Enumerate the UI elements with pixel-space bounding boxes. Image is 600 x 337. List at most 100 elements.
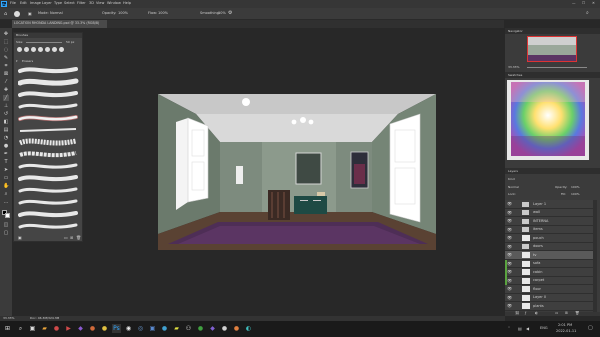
eye-icon[interactable]: 👁 [507,227,512,232]
eye-icon[interactable]: 👁 [507,269,512,274]
minimize-icon[interactable]: — [572,1,576,6]
brush-settings-toggle-icon[interactable]: ▣ [18,236,22,240]
photoshop-taskbar-icon[interactable]: Ps [112,324,121,333]
tray-chevron-icon[interactable]: ˄ [508,327,510,331]
notifications-icon[interactable]: ▢ [588,326,593,331]
type-tool-icon[interactable]: T [3,159,9,165]
menu-item-layer[interactable]: Layer [42,1,52,6]
gear-icon[interactable]: ⚙ [228,11,232,16]
menu-item-type[interactable]: Type [54,1,62,6]
more-tools-icon[interactable]: … [3,199,9,205]
menu-item-image[interactable]: Image [30,1,41,6]
new-layer-icon[interactable]: ⊞ [565,311,568,316]
eye-icon[interactable]: 👁 [507,286,512,291]
menu-item-file[interactable]: File [10,1,16,6]
app-icon[interactable]: ● [232,324,241,333]
eye-icon[interactable]: 👁 [507,261,512,266]
eraser-tool-icon[interactable]: ◧ [3,119,9,125]
background-color-swatch[interactable] [5,213,10,218]
recent-brush-swatch[interactable] [38,47,43,52]
screen-mode-icon[interactable]: ▢ [3,230,9,236]
navigator-preview[interactable] [527,36,577,62]
brush-strokes-list[interactable] [18,65,80,233]
eye-icon[interactable]: 👁 [507,235,512,240]
layers-scrollbar[interactable] [593,200,597,312]
language-indicator[interactable]: ENG [540,326,548,331]
chevron-down-icon[interactable]: ▾ [16,60,18,63]
trash-icon[interactable]: 🗑 [76,236,81,240]
opacity-field[interactable]: 100% [118,11,128,16]
recent-brush-swatch[interactable] [45,47,50,52]
document-canvas[interactable] [158,94,436,250]
eye-icon[interactable]: 👁 [507,252,512,257]
home-icon[interactable]: ⌂ [4,12,7,17]
layer-row[interactable]: 👁 sofa [505,259,593,268]
maximize-icon[interactable]: ☐ [582,1,585,6]
eyedropper-tool-icon[interactable]: ⁄ [3,79,9,85]
recent-brush-swatch[interactable] [17,47,22,52]
new-group-icon[interactable]: ▭ [555,311,558,316]
layer-row[interactable]: 👁 Layer 0 [505,293,593,302]
layer-row[interactable]: 👁 Layer 1 [505,200,593,209]
new-brush-icon[interactable]: ⊞ [70,236,73,240]
clock-time[interactable]: 2:01 PM [558,323,572,328]
clock-date[interactable]: 2022-01-11 [556,329,576,334]
windows-start-icon[interactable]: ⊞ [3,324,12,333]
menu-item-view[interactable]: View [96,1,104,6]
menu-item-window[interactable]: Window [107,1,121,6]
crop-tool-icon[interactable]: ⌗ [3,63,9,69]
layer-row[interactable]: 👁 wall [505,208,593,217]
app-icon[interactable]: ▰ [172,324,181,333]
app-icon[interactable]: ◐ [244,324,253,333]
eye-icon[interactable]: 👁 [507,201,512,206]
dodge-tool-icon[interactable]: ● [3,143,9,149]
layer-opacity-field[interactable]: 100% [571,186,580,189]
pen-tool-icon[interactable]: ✒ [3,151,9,157]
brush-size-slider[interactable] [26,42,62,43]
app-icon[interactable]: ● [100,324,109,333]
eye-icon[interactable]: 👁 [507,244,512,249]
eye-icon[interactable]: 👁 [507,278,512,283]
volume-icon[interactable]: ◀ [526,327,529,331]
link-icon[interactable]: ⛓ [515,311,519,316]
smoothing-field[interactable]: 10% [218,11,226,16]
chrome-icon[interactable]: ◉ [124,324,133,333]
menu-item-select[interactable]: Select [64,1,75,6]
layer-row[interactable]: 👁 plants [505,302,593,311]
quick-select-tool-icon[interactable]: ✎ [3,55,9,61]
status-zoom[interactable]: 33.33% [3,317,14,320]
mode-select[interactable]: Normal [50,11,63,16]
app-icon[interactable]: ● [52,324,61,333]
marquee-tool-icon[interactable]: ⬚ [3,39,9,45]
eye-icon[interactable]: 👁 [507,218,512,223]
shape-tool-icon[interactable]: ▭ [3,175,9,181]
lasso-tool-icon[interactable]: ◌ [3,47,9,53]
close-icon[interactable]: ✕ [592,1,595,6]
search-icon[interactable]: ⌕ [586,11,589,16]
ps-logo-icon[interactable]: Ps [1,1,7,7]
layer-row[interactable]: 👁 doors [505,242,593,251]
document-tab[interactable]: LOCATION RHONDA LANDING.psd @ 33.3% (RGB… [12,20,107,28]
menu-item-edit[interactable]: Edit [20,1,27,6]
layer-row[interactable]: 👁 floor [505,285,593,294]
app-icon[interactable]: ▣ [148,324,157,333]
path-select-tool-icon[interactable]: ➤ [3,167,9,173]
gradient-tool-icon[interactable]: ▤ [3,127,9,133]
app-icon[interactable]: ● [220,324,229,333]
task-view-icon[interactable]: ▣ [28,324,37,333]
menu-item-filter[interactable]: Filter [77,1,86,6]
layer-kind-filter[interactable]: Kind [508,178,515,181]
file-explorer-icon[interactable]: ▰ [40,324,49,333]
recent-brush-swatch[interactable] [24,47,29,52]
recent-brush-swatch[interactable] [52,47,57,52]
layer-row[interactable]: 👁 items [505,225,593,234]
navigator-zoom-slider[interactable] [527,67,587,68]
eye-icon[interactable]: 👁 [507,303,512,308]
layer-row[interactable]: 👁 INTERNA [505,217,593,226]
blur-tool-icon[interactable]: ◔ [3,135,9,141]
brush-settings-icon[interactable]: ▣ [28,12,32,16]
new-folder-icon[interactable]: ▭ [64,236,68,240]
layer-blend-mode-select[interactable]: Normal [508,186,519,189]
app-icon[interactable]: ● [196,324,205,333]
history-brush-tool-icon[interactable]: ↺ [3,111,9,117]
